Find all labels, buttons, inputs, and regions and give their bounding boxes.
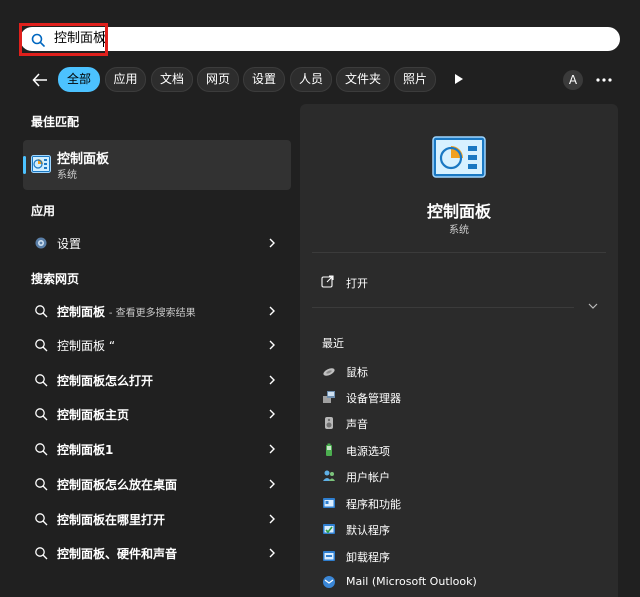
web-result-query: 控制面板 “	[57, 339, 116, 353]
mail-icon	[323, 576, 335, 588]
web-result-query: 控制面板1	[57, 443, 114, 457]
chevron-down-icon[interactable]	[588, 302, 598, 310]
chevron-right-icon	[269, 479, 275, 489]
web-result[interactable]: 控制面板怎么放在桌面	[24, 470, 290, 498]
control-panel-icon	[31, 155, 51, 173]
more-options-icon[interactable]	[594, 70, 614, 90]
recent-item-label: 设备管理器	[346, 392, 401, 405]
details-title: 控制面板	[426, 202, 491, 221]
web-result[interactable]: 控制面板主页	[24, 400, 290, 428]
web-result-query: 控制面板怎么打开	[57, 374, 154, 388]
speaker-icon	[325, 417, 333, 429]
programs-icon	[323, 498, 335, 508]
divider	[312, 307, 574, 308]
best-match-name: 控制面板	[57, 152, 110, 167]
web-result-query: 控制面板怎么放在桌面	[57, 478, 178, 492]
filter-chip-apps[interactable]: 应用	[105, 67, 146, 92]
recent-item-label: 鼠标	[346, 366, 368, 379]
back-arrow-icon[interactable]	[30, 70, 50, 90]
users-icon	[323, 470, 335, 481]
recent-heading: 最近	[322, 337, 344, 350]
web-result[interactable]: 控制面板1	[24, 435, 290, 463]
chevron-right-icon	[269, 375, 275, 385]
search-bar[interactable]	[20, 27, 620, 51]
recent-item-label: 用户帐户	[346, 471, 390, 484]
web-result[interactable]: 控制面板 - 查看更多搜索结果	[24, 297, 290, 325]
divider	[312, 252, 606, 253]
web-result[interactable]: 控制面板在哪里打开	[24, 505, 290, 533]
filter-chip-people[interactable]: 人员	[290, 67, 332, 92]
web-result[interactable]: 控制面板 “	[24, 331, 290, 359]
default-programs-icon	[323, 524, 335, 534]
web-result-query: 控制面板	[57, 305, 106, 319]
chevron-right-icon	[269, 409, 275, 419]
play-icon[interactable]	[451, 72, 465, 86]
web-result-hint: - 查看更多搜索结果	[108, 308, 196, 319]
recent-item-label: 默认程序	[346, 524, 390, 537]
search-highlight-box	[19, 23, 108, 56]
battery-icon	[326, 443, 332, 456]
web-result[interactable]: 控制面板怎么打开	[24, 366, 290, 394]
search-icon	[35, 374, 48, 387]
search-icon	[35, 547, 48, 560]
device-manager-icon	[323, 391, 335, 403]
web-result-query: 控制面板在哪里打开	[57, 513, 166, 527]
app-result-label: 设置	[57, 237, 82, 251]
uninstall-icon	[323, 551, 335, 561]
control-panel-icon	[432, 136, 486, 178]
chevron-right-icon	[269, 444, 275, 454]
selection-indicator	[23, 156, 26, 174]
search-icon	[35, 408, 48, 421]
search-icon	[35, 443, 48, 456]
app-result-settings[interactable]: 设置	[24, 229, 290, 257]
filter-chip-documents[interactable]: 文档	[151, 67, 193, 92]
filter-chip-folders[interactable]: 文件夹	[336, 67, 390, 92]
recent-item-label: 程序和功能	[346, 498, 401, 511]
search-icon	[35, 339, 48, 352]
filter-chip-settings[interactable]: 设置	[243, 67, 285, 92]
chevron-right-icon	[269, 514, 275, 524]
avatar[interactable]: A	[563, 70, 583, 90]
best-match-type: 系统	[57, 170, 77, 181]
search-icon	[35, 305, 48, 318]
mouse-icon	[323, 368, 335, 376]
open-external-icon	[321, 275, 334, 288]
filter-chip-web[interactable]: 网页	[197, 67, 239, 92]
chevron-right-icon	[269, 340, 275, 350]
search-icon	[35, 513, 48, 526]
chevron-right-icon	[269, 238, 275, 248]
recent-item-label: 卸载程序	[346, 551, 390, 564]
filter-chip-photos[interactable]: 照片	[394, 67, 436, 92]
filter-chip-all[interactable]: 全部	[58, 67, 100, 92]
details-subtitle: 系统	[449, 225, 469, 236]
web-search-heading: 搜索网页	[31, 272, 80, 286]
search-icon	[35, 478, 48, 491]
apps-heading: 应用	[31, 204, 56, 218]
recent-item-label: 声音	[346, 418, 368, 431]
settings-gear-icon	[35, 237, 47, 249]
chevron-right-icon	[269, 548, 275, 558]
chevron-right-icon	[269, 306, 275, 316]
best-match-heading: 最佳匹配	[31, 115, 80, 129]
open-action[interactable]: 打开	[346, 275, 368, 291]
web-result-query: 控制面板、硬件和声音	[57, 547, 178, 561]
recent-item-label: 电源选项	[346, 445, 390, 458]
recent-item-label: Mail (Microsoft Outlook)	[346, 575, 477, 588]
web-result[interactable]: 控制面板、硬件和声音	[24, 539, 290, 567]
web-result-query: 控制面板主页	[57, 408, 130, 422]
